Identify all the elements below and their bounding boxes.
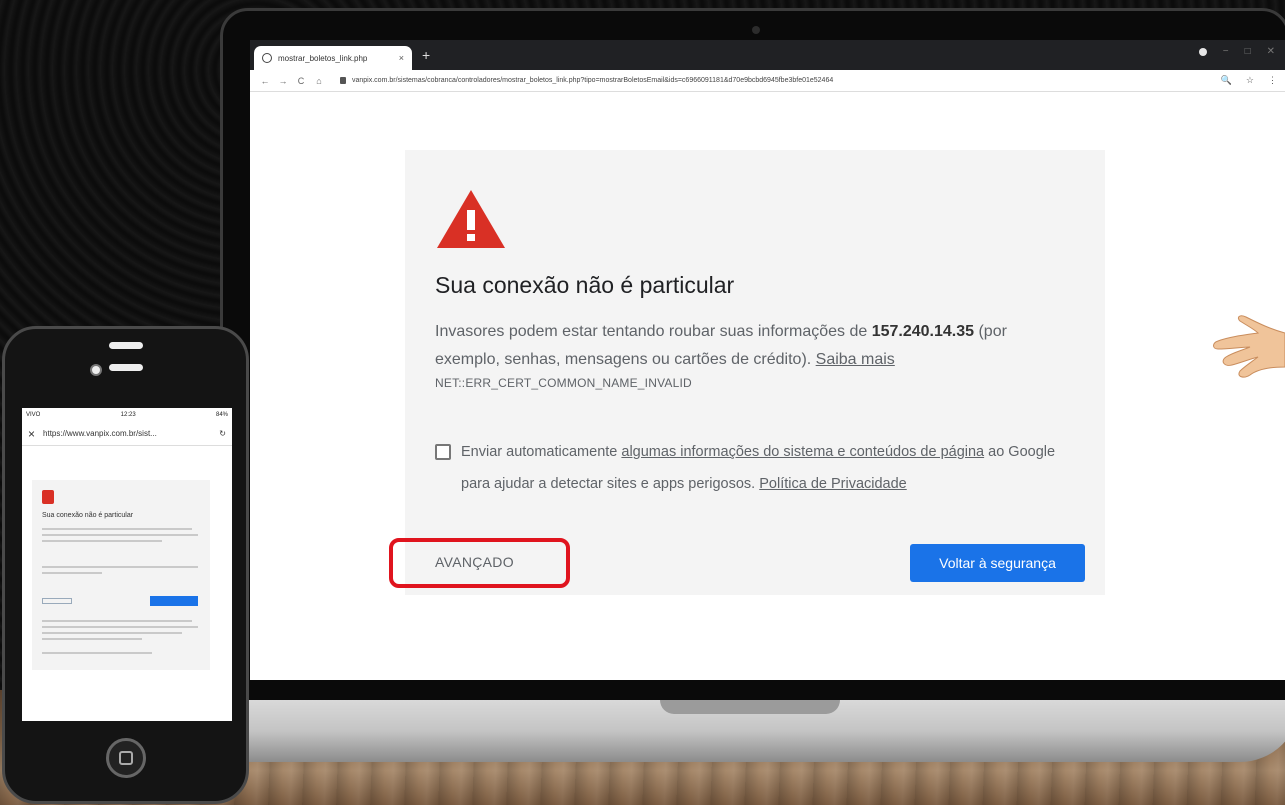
phone-warning-card: Sua conexão não é particular: [32, 480, 210, 670]
lock-icon[interactable]: [340, 77, 346, 84]
phone-url: https://www.vanpix.com.br/sist...: [43, 429, 157, 438]
safe-browsing-optin: Enviar automaticamente algumas informaçõ…: [435, 436, 1085, 500]
phone-warning-lock-icon: [42, 490, 54, 504]
phone-text-line: [42, 638, 142, 640]
browser-tabbar: mostrar_boletos_link.php × + − □ ✕: [250, 40, 1285, 70]
address-url: vanpix.com.br/sistemas/cobranca/controla…: [352, 77, 834, 84]
phone-reload-icon[interactable]: ↻: [219, 429, 226, 438]
phone-text-line: [42, 566, 198, 568]
phone-url-bar[interactable]: × https://www.vanpix.com.br/sist... ↻: [22, 422, 232, 446]
phone-text-line: [42, 572, 102, 574]
phone-time: 12:23: [120, 412, 136, 418]
phone-close-icon[interactable]: ×: [28, 427, 35, 441]
phone-text-line: [42, 534, 198, 536]
carrier-label: VIVO: [26, 412, 41, 418]
phone-text-line: [42, 620, 192, 622]
phone-earpiece: [109, 364, 143, 371]
warning-triangle-icon: [437, 190, 505, 248]
error-description: Invasores podem estar tentando roubar su…: [435, 318, 1075, 374]
tab-close-icon[interactable]: ×: [399, 53, 404, 63]
back-arrow-icon[interactable]: ←: [258, 76, 272, 86]
phone-screen: VIVO 12:23 84% × https://www.vanpix.com.…: [22, 408, 232, 721]
webcam: [752, 26, 760, 34]
phone-text-line: [42, 540, 162, 542]
laptop-hinge-notch: [660, 700, 840, 714]
profile-icon[interactable]: [1198, 47, 1207, 56]
error-code: NET::ERR_CERT_COMMON_NAME_INVALID: [435, 376, 692, 390]
optin-text: Enviar automaticamente algumas informaçõ…: [435, 436, 1085, 500]
new-tab-button[interactable]: +: [422, 47, 430, 63]
optin-checkbox[interactable]: [435, 444, 451, 460]
tab-title: mostrar_boletos_link.php: [278, 53, 368, 63]
phone-advanced-button[interactable]: [42, 598, 72, 604]
minimize-button[interactable]: −: [1223, 46, 1229, 57]
window-controls: − □ ✕: [1198, 46, 1275, 57]
browser-tab[interactable]: mostrar_boletos_link.php ×: [254, 46, 412, 70]
phone-status-bar: VIVO 12:23 84%: [22, 408, 232, 422]
privacy-policy-link[interactable]: Política de Privacidade: [759, 476, 907, 492]
back-to-safety-button[interactable]: Voltar à segurança: [910, 544, 1085, 582]
battery-label: 84%: [215, 412, 228, 418]
close-window-button[interactable]: ✕: [1267, 46, 1275, 57]
phone-speaker: [109, 342, 143, 349]
optin-text-1: Enviar automaticamente: [461, 444, 622, 460]
reload-icon[interactable]: C: [294, 76, 308, 86]
phone-text-line: [42, 652, 152, 654]
menu-icon[interactable]: ⋮: [1268, 75, 1277, 86]
error-title: Sua conexão não é particular: [435, 272, 735, 298]
forward-arrow-icon[interactable]: →: [276, 76, 290, 86]
bookmark-star-icon[interactable]: ☆: [1246, 75, 1254, 86]
browser-toolbar: ← → C ⌂ vanpix.com.br/sistemas/cobranca/…: [250, 70, 1285, 92]
highlight-rectangle: [389, 538, 570, 588]
phone-back-button[interactable]: [150, 596, 198, 606]
system-info-link[interactable]: algumas informações do sistema e conteúd…: [621, 444, 984, 460]
zoom-icon[interactable]: 🔍: [1221, 75, 1232, 86]
globe-icon: [262, 53, 272, 63]
phone-front-camera: [90, 364, 102, 376]
phone-home-square-icon: [119, 751, 133, 765]
phone-text-line: [42, 626, 198, 628]
address-bar[interactable]: vanpix.com.br/sistemas/cobranca/controla…: [340, 73, 1201, 89]
home-icon[interactable]: ⌂: [312, 76, 326, 86]
pointing-hand-icon: [1213, 315, 1285, 378]
phone-warning-title: Sua conexão não é particular: [42, 512, 134, 519]
desc-text-1: Invasores podem estar tentando roubar su…: [435, 323, 872, 340]
host-address: 157.240.14.35: [871, 323, 975, 340]
maximize-button[interactable]: □: [1245, 46, 1251, 57]
phone-text-line: [42, 528, 192, 530]
toolbar-actions: 🔍 ☆ ⋮: [1221, 75, 1277, 86]
phone-text-line: [42, 632, 182, 634]
ssl-warning-card: Sua conexão não é particular Invasores p…: [405, 150, 1105, 595]
learn-more-link[interactable]: Saiba mais: [816, 351, 895, 368]
